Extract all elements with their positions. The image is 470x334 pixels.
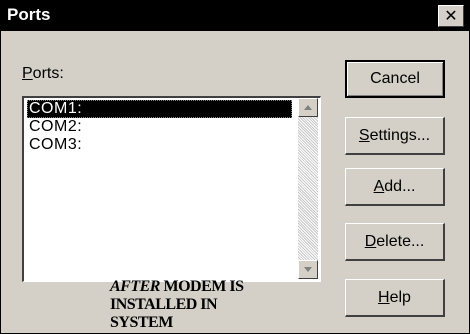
help-mnemonic: H (378, 289, 390, 306)
list-item-com1[interactable]: COM1: (27, 100, 292, 118)
close-icon: ✕ (444, 6, 458, 25)
help-label: elp (389, 289, 411, 306)
ports-list-items: COM1: COM2: COM3: (27, 100, 293, 154)
annotation-note: AFTER MODEM IS INSTALLED IN SYSTEM (110, 278, 310, 332)
scroll-up-button[interactable] (298, 98, 318, 117)
ports-label-text: orts: (32, 65, 64, 82)
ports-listbox[interactable]: COM1: COM2: COM3: AFTER MODEM IS INSTALL… (22, 96, 321, 331)
delete-button[interactable]: Delete... (345, 223, 445, 261)
add-label: dd... (384, 178, 416, 195)
annotation-line-2: INSTALLED IN (110, 296, 218, 313)
scroll-down-arrow-icon (304, 267, 312, 272)
annotation-line-1-rest: MODEM IS (159, 278, 244, 295)
ports-label-mnemonic: P (22, 65, 33, 82)
delete-mnemonic: D (364, 233, 377, 250)
list-item-com3[interactable]: COM3: (27, 136, 293, 154)
annotation-line-3: SYSTEM (110, 314, 173, 331)
settings-mnemonic: S (358, 127, 370, 144)
delete-label: elete... (376, 233, 425, 250)
settings-button[interactable]: Settings... (345, 117, 445, 155)
window-title: Ports (7, 5, 51, 24)
list-item-com2[interactable]: COM2: (27, 118, 293, 136)
annotation-emphasis: AFTER (110, 278, 160, 295)
title-bar: Ports ✕ (1, 1, 469, 31)
scroll-up-arrow-icon (304, 105, 312, 110)
help-button[interactable]: Help (345, 279, 445, 317)
vertical-scrollbar[interactable] (298, 98, 318, 279)
close-button[interactable]: ✕ (438, 5, 464, 27)
ports-label: Ports: (22, 65, 64, 83)
add-button[interactable]: Add... (345, 168, 445, 206)
ports-dialog: Ports ✕ Ports: COM1: COM2: COM3: AFTER M… (0, 0, 470, 334)
settings-label: ettings... (369, 127, 431, 144)
cancel-button[interactable]: Cancel (345, 60, 445, 98)
scroll-down-button[interactable] (298, 260, 318, 279)
add-mnemonic: A (373, 178, 385, 195)
annotation-line-1: AFTER MODEM IS (110, 278, 310, 296)
